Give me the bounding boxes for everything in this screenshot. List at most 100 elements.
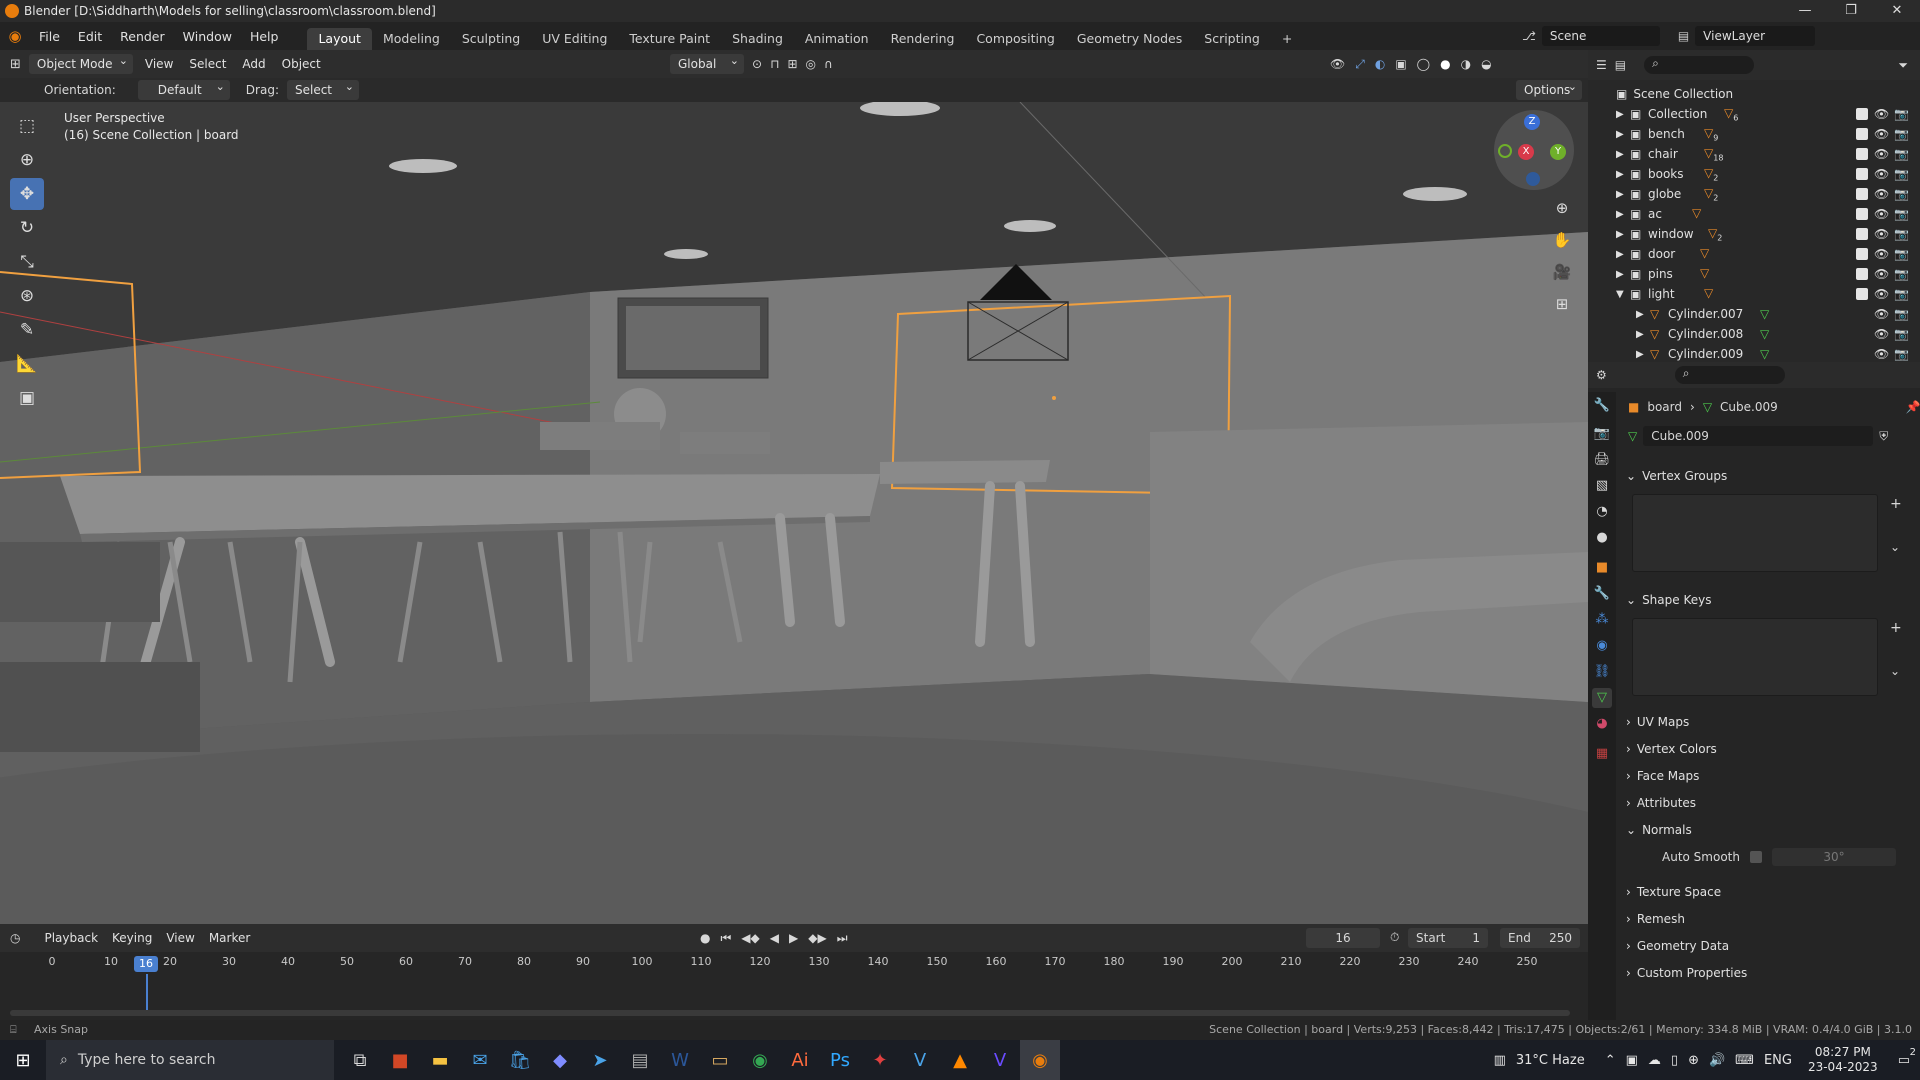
exclude-checkbox[interactable] [1856,208,1868,220]
end-frame-field[interactable]: End 250 [1500,928,1580,948]
outliner-child-item[interactable]: ▶ ▽ Cylinder.009 ▽ 👁 📷 [1588,344,1920,364]
mesh-data-tab-icon[interactable]: ▽ [1592,688,1612,708]
gizmo-x-axis[interactable]: X [1518,144,1534,160]
vertex-colors-panel-header[interactable]: › Vertex Colors [1622,737,1912,761]
shape-keys-list[interactable] [1632,618,1878,696]
remesh-panel-header[interactable]: › Remesh [1622,907,1912,931]
chevron-right-icon[interactable]: ▶ [1616,229,1624,240]
next-keyframe-icon[interactable]: ◆▶ [808,931,826,945]
particles-tab-icon[interactable]: ⁂ [1592,610,1612,630]
exclude-checkbox[interactable] [1856,148,1868,160]
keyboard-icon[interactable]: ⌨ [1735,1053,1754,1068]
start-frame-field[interactable]: Start 1 [1408,928,1488,948]
menu-playback[interactable]: Playback [40,931,102,945]
app-icon[interactable]: ✦ [860,1040,900,1080]
camera-render-icon[interactable]: 📷 [1894,107,1909,121]
minimize-button[interactable]: — [1782,0,1828,22]
folder-icon[interactable]: ▭ [700,1040,740,1080]
tray-icon[interactable]: ▣ [1626,1053,1638,1068]
eye-icon[interactable]: 👁 [1874,187,1889,201]
menu-view[interactable]: View [141,57,177,71]
exclude-checkbox[interactable] [1856,228,1868,240]
chevron-right-icon[interactable]: ▶ [1636,309,1644,320]
menu-help[interactable]: Help [241,29,288,44]
texture-space-panel-header[interactable]: › Texture Space [1622,880,1912,904]
outliner-item-ac[interactable]: ▶ ▣ ac ▽ 👁 📷 [1588,204,1920,224]
maximize-button[interactable]: ❐ [1828,0,1874,22]
geometry-data-panel-header[interactable]: › Geometry Data [1622,934,1912,958]
menu-window[interactable]: Window [174,29,241,44]
chevron-right-icon[interactable]: ▶ [1616,149,1624,160]
play-icon[interactable]: ▶ [789,931,798,945]
menu-render[interactable]: Render [111,29,174,44]
chevron-right-icon[interactable]: ▶ [1616,209,1624,220]
mesh-browse-icon[interactable]: ▽ [1628,429,1637,443]
view-layer-selector[interactable]: ViewLayer [1695,26,1816,46]
outliner-scene-collection[interactable]: ▣ Scene Collection [1588,84,1920,104]
add-cube-icon[interactable]: ▣ [10,382,44,414]
render-tab-icon[interactable]: 📷 [1592,424,1612,444]
vertex-groups-panel-header[interactable]: ⌄ Vertex Groups [1622,464,1912,488]
auto-smooth-angle-field[interactable]: 30° [1771,848,1896,866]
clock[interactable]: 08:27 PM 23-04-2023 [1808,1045,1878,1075]
app-icon[interactable]: ➤ [580,1040,620,1080]
perspective-toggle-icon[interactable]: ⊞ [1548,290,1576,318]
app-icon[interactable]: V [980,1040,1020,1080]
tool-tab-icon[interactable]: 🔧 [1592,396,1612,416]
camera-render-icon[interactable]: 📷 [1894,307,1909,321]
constraints-tab-icon[interactable]: ⛓ [1592,662,1612,682]
mail-icon[interactable]: ✉ [460,1040,500,1080]
tab-animation[interactable]: Animation [794,28,880,50]
exclude-checkbox[interactable] [1856,288,1868,300]
powerpoint-icon[interactable]: ■ [380,1040,420,1080]
camera-render-icon[interactable]: 📷 [1894,167,1909,181]
outliner-item-pins[interactable]: ▶ ▣ pins ▽ 👁 📷 [1588,264,1920,284]
fake-user-shield-icon[interactable]: ⛨ [1879,429,1888,444]
pin-icon[interactable]: 📌 [1906,400,1920,414]
camera-render-icon[interactable]: 📷 [1894,247,1909,261]
options-dropdown[interactable]: Options [1516,77,1582,100]
gizmo-neg-y[interactable] [1498,144,1512,158]
vertex-group-menu-icon[interactable]: ⌄ [1890,540,1900,554]
menu-select[interactable]: Select [185,57,230,71]
bing-icon[interactable]: ◆ [540,1040,580,1080]
view-layer-tab-icon[interactable]: ▧ [1592,476,1612,496]
orientation-dropdown[interactable]: Default [137,77,230,100]
store-icon[interactable]: 🛍 [500,1040,540,1080]
exclude-checkbox[interactable] [1856,168,1868,180]
gizmo-y-axis[interactable]: Y [1550,144,1566,160]
3d-viewport[interactable]: User Perspective (16) Scene Collection |… [0,102,1588,924]
face-maps-panel-header[interactable]: › Face Maps [1622,764,1912,788]
chevron-right-icon[interactable]: ▶ [1636,329,1644,340]
shape-key-menu-icon[interactable]: ⌄ [1890,664,1900,678]
outliner-item-collection[interactable]: ▶ ▣ Collection ▽6 👁 📷 [1588,104,1920,124]
eye-icon[interactable]: 👁 [1874,207,1889,221]
play-reverse-icon[interactable]: ◀ [770,931,779,945]
exclude-checkbox[interactable] [1856,268,1868,280]
playhead-line[interactable] [146,974,148,1014]
auto-keying-icon[interactable]: ● [700,931,710,945]
mode-dropdown[interactable]: Object Mode [28,51,133,74]
attributes-panel-header[interactable]: › Attributes [1622,791,1912,815]
chevron-right-icon[interactable]: ▶ [1616,249,1624,260]
vlc-icon[interactable]: ▲ [940,1040,980,1080]
chevron-right-icon[interactable]: ▶ [1616,189,1624,200]
vscode-icon[interactable]: V [900,1040,940,1080]
menu-edit[interactable]: Edit [69,29,111,44]
tab-uv-editing[interactable]: UV Editing [531,28,618,50]
move-icon[interactable]: ✥ [10,178,44,210]
outliner-child-item[interactable]: ▶ ▽ Cylinder.007 ▽ 👁 📷 [1588,304,1920,324]
menu-file[interactable]: File [30,29,69,44]
wireframe-shading-icon[interactable]: ◯ [1417,57,1430,71]
weather-text[interactable]: 31°C Haze [1516,1053,1585,1068]
properties-search-input[interactable]: ⌕ [1674,366,1785,384]
object-tab-icon[interactable]: ■ [1592,558,1612,578]
task-view-icon[interactable]: ⧉ [340,1040,380,1080]
windows-start-icon[interactable]: ⊞ [0,1040,46,1080]
photoshop-icon[interactable]: Ps [820,1040,860,1080]
blender-taskbar-icon[interactable]: ◉ [1020,1040,1060,1080]
tab-compositing[interactable]: Compositing [965,28,1065,50]
app-icon[interactable]: ▤ [620,1040,660,1080]
physics-tab-icon[interactable]: ◉ [1592,636,1612,656]
proportional-edit-icon[interactable]: ◎ [806,57,816,71]
